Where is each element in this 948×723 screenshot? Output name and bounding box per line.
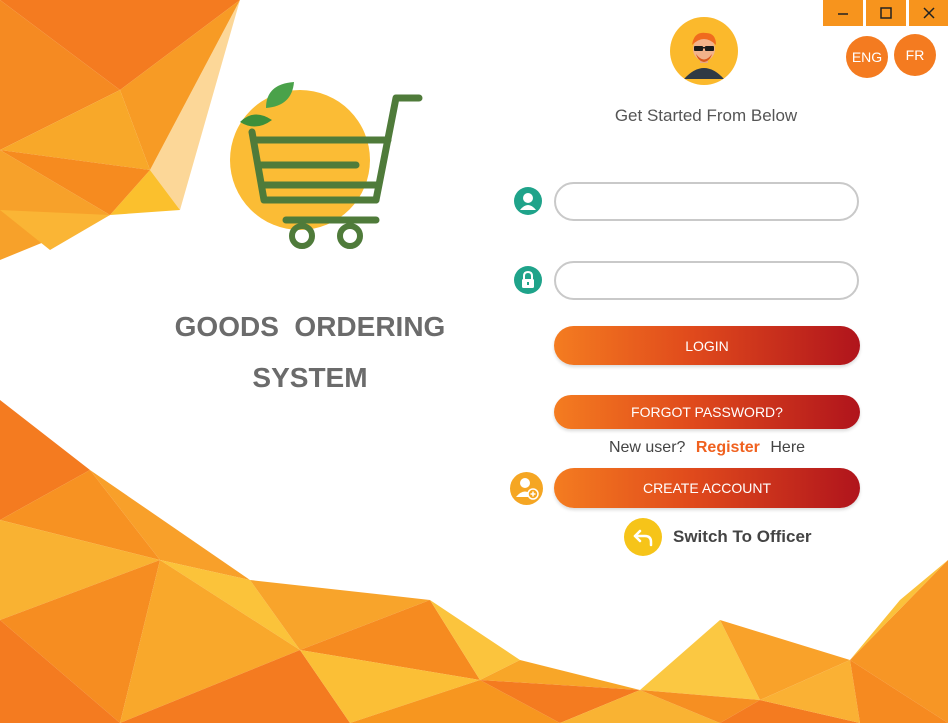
avatar (670, 17, 738, 85)
app-title-line1: GOODS ORDERING (174, 311, 446, 342)
login-button[interactable]: LOGIN (554, 326, 860, 365)
shopping-cart-leaf-icon (230, 82, 423, 249)
switch-to-officer-button[interactable]: Switch To Officer (624, 516, 812, 558)
subtitle: Get Started From Below (614, 106, 798, 125)
maximize-button[interactable] (866, 0, 906, 26)
language-fr-button[interactable]: FR (894, 34, 936, 76)
forgot-password-button[interactable]: FORGOT PASSWORD? (554, 395, 860, 429)
switch-to-officer-label: Switch To Officer (673, 527, 812, 546)
maximize-icon (880, 7, 892, 19)
minimize-button[interactable] (823, 0, 863, 26)
app-title-line2: SYSTEM (252, 362, 368, 393)
minimize-icon (838, 13, 848, 15)
new-user-line: New user? Register Here (554, 439, 860, 457)
close-button[interactable] (909, 0, 948, 26)
password-input[interactable] (554, 261, 859, 300)
user-icon (514, 187, 542, 215)
add-user-icon (510, 472, 543, 505)
lock-icon (514, 266, 542, 294)
close-icon (922, 7, 935, 19)
here-text: Here (770, 439, 806, 456)
new-user-text: New user? (608, 439, 686, 456)
user-avatar-icon (684, 32, 724, 79)
username-input[interactable] (554, 182, 859, 221)
create-account-button[interactable]: CREATE ACCOUNT (554, 468, 860, 508)
undo-arrow-icon (624, 518, 662, 556)
language-eng-button[interactable]: ENG (846, 36, 888, 78)
register-link[interactable]: Register (696, 439, 760, 456)
